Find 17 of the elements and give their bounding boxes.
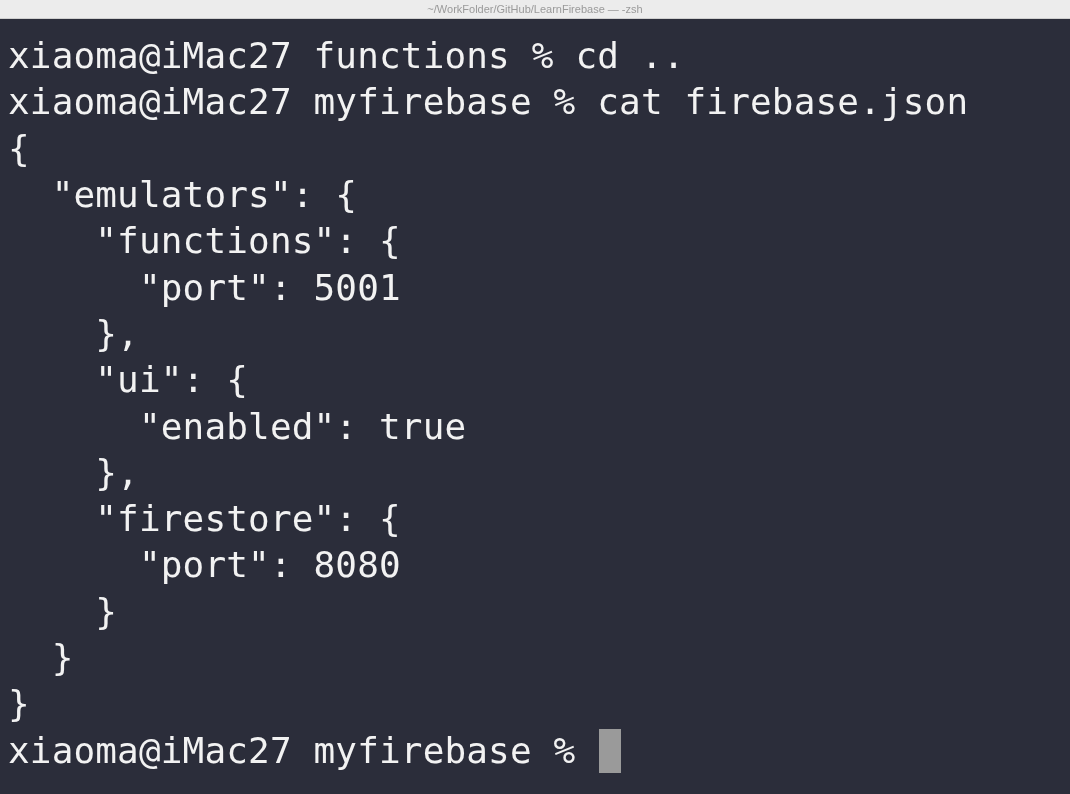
terminal-line: } — [8, 682, 30, 727]
terminal-line: "port": 5001 — [137, 265, 401, 310]
terminal-line: }, — [94, 311, 139, 356]
terminal-line: "firestore": { — [94, 497, 401, 542]
terminal-line: "enabled": true — [137, 404, 467, 449]
window-title: ~/WorkFolder/GitHub/LearnFirebase — -zsh — [427, 3, 643, 15]
terminal-line: } — [94, 589, 118, 634]
terminal-line: { — [8, 126, 30, 171]
terminal-line: "ui": { — [94, 358, 249, 403]
terminal-line: } — [50, 636, 74, 680]
terminal-line: xiaoma@iMac27 myfirebase % cat firebase.json — [8, 80, 969, 125]
terminal-line: "port": 8080 — [137, 543, 401, 588]
terminal-line: "emulators": { — [50, 173, 358, 218]
terminal-line: "functions": { — [94, 219, 401, 264]
terminal-line: xiaoma@iMac27 functions % cd .. — [8, 34, 685, 79]
terminal-line: }, — [94, 450, 139, 495]
terminal-line: xiaoma@iMac27 myfirebase % — [8, 728, 577, 773]
